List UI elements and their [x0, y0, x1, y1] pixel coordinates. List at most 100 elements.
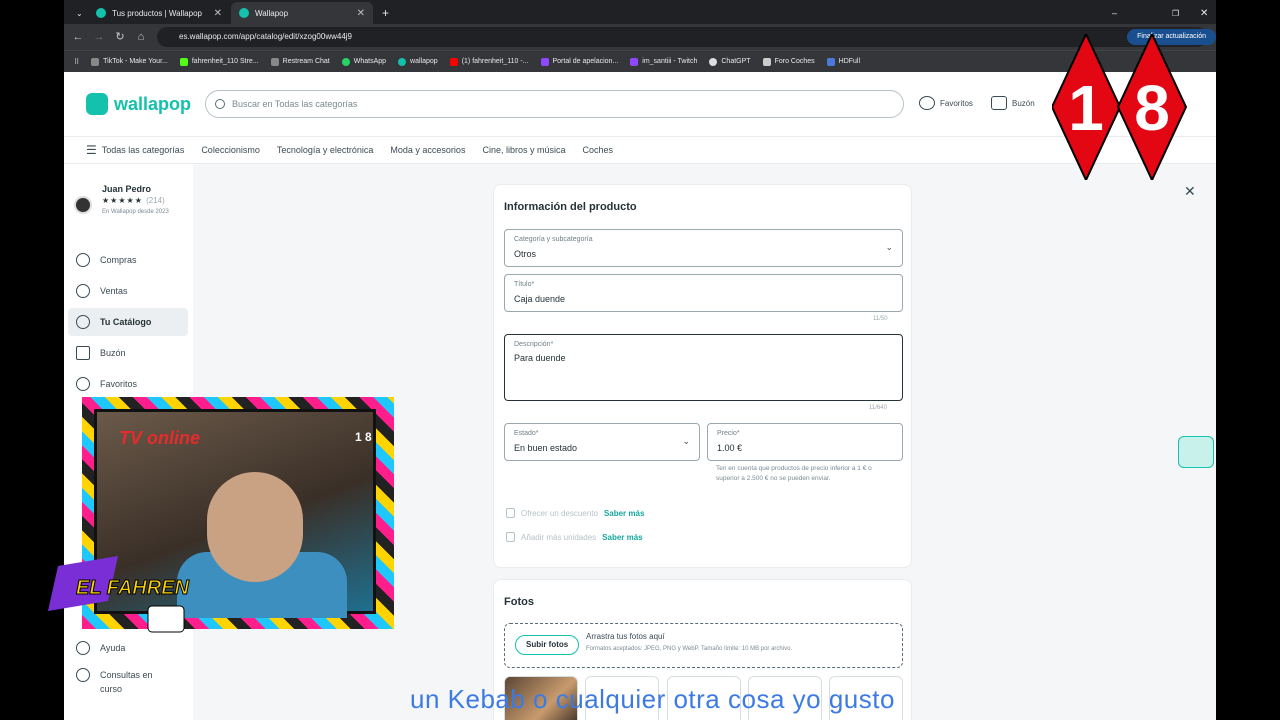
chat-assistant-button[interactable]	[1178, 436, 1214, 468]
more-units-option: Añadir más unidades Saber más	[506, 532, 643, 542]
forward-arrow-icon[interactable]: →	[91, 29, 107, 45]
bookmark-hdfull[interactable]: HDFull	[826, 57, 860, 66]
state-select[interactable]: Estado* En buen estado ⌄	[504, 423, 700, 461]
favoritos-link[interactable]: Favoritos	[919, 96, 973, 110]
bookmark-twitch[interactable]: im_santiii - Twitch	[630, 57, 697, 66]
home-icon[interactable]: ⌂	[133, 29, 149, 45]
webcam-18-badge: 1 8	[355, 430, 372, 444]
sales-tag-icon	[76, 284, 90, 298]
tab-list-button[interactable]: ⌄	[68, 2, 86, 24]
bookmark-youtube[interactable]: (1) fahrenheit_110 -...	[449, 57, 529, 66]
bookmark-whatsapp[interactable]: WhatsApp	[341, 57, 386, 66]
address-bar[interactable]: es.wallapop.com/app/catalog/edit/xzog00w…	[157, 27, 1207, 47]
reload-icon[interactable]: ↻	[112, 29, 128, 45]
chevron-down-icon: ⌄	[76, 8, 83, 18]
handshake-icon	[76, 253, 90, 267]
photos-heading: Fotos	[504, 596, 534, 608]
logo-text: EL FAHREN	[76, 577, 190, 599]
heart-icon	[76, 377, 90, 391]
tv-online-logo: TV online	[119, 428, 200, 448]
envelope-icon	[991, 96, 1007, 110]
new-tab-button[interactable]: +	[374, 2, 394, 24]
saber-mas-link[interactable]: Saber más	[604, 509, 644, 518]
live-subtitle: un Kebab o cualquier otra cosa yo gusto	[410, 684, 895, 714]
wallapop-logo[interactable]: wallapop	[86, 93, 191, 115]
bookmark-tiktok[interactable]: TikTok - Make Your...	[91, 57, 168, 66]
sidebar-item-catalogo[interactable]: Tu Catálogo	[68, 308, 188, 336]
tiktok-icon	[91, 57, 100, 66]
close-icon[interactable]: ✕	[1184, 183, 1196, 200]
product-info-card: Información del producto Categoría y sub…	[493, 184, 912, 568]
badge-digit-8: 8	[1134, 72, 1170, 144]
chevron-down-icon: ⌄	[885, 242, 893, 252]
search-icon	[215, 99, 225, 109]
badge-digit-1: 1	[1068, 72, 1104, 144]
sidebar-item-buzon[interactable]: Buzón	[68, 339, 188, 367]
chevron-down-icon: ⌄	[682, 436, 690, 446]
category-select[interactable]: Categoría y subcategoría Otros ⌄	[504, 229, 903, 267]
price-field[interactable]: Precio* 1.00 €	[707, 423, 903, 461]
hdfull-icon	[826, 57, 835, 66]
tab-tus-productos[interactable]: Tus productos | Wallapop ✕	[88, 2, 230, 24]
photo-dropzone[interactable]: Subir fotos Arrastra tus fotos aquí Form…	[504, 623, 903, 668]
bookmark-kick[interactable]: fahrenheit_110 Stre...	[179, 57, 259, 66]
kick-icon	[179, 57, 188, 66]
category-coleccionismo[interactable]: Coleccionismo	[201, 145, 260, 155]
wallapop-icon	[398, 57, 407, 66]
question-icon	[76, 668, 90, 682]
close-tab-icon[interactable]: ✕	[357, 8, 365, 19]
twitch-icon	[540, 57, 549, 66]
tab-wallapop[interactable]: Wallapop ✕	[231, 2, 373, 24]
price-note: Ten en cuenta que productos de precio in…	[716, 465, 872, 482]
search-input[interactable]: Buscar en Todas las categorías	[205, 90, 904, 118]
upload-photos-button[interactable]: Subir fotos	[515, 635, 580, 655]
site-header: wallapop Buscar en Todas las categorías …	[64, 72, 1216, 136]
wallapop-favicon-icon	[96, 8, 106, 18]
bookmark-forocoches[interactable]: Foro Coches	[762, 57, 815, 66]
bookmark-chatgpt[interactable]: ChatGPT	[709, 57, 751, 66]
maximize-button[interactable]: ❐	[1164, 2, 1187, 24]
discount-option: Ofrecer un descuento Saber más	[506, 508, 644, 518]
forocoches-icon	[762, 57, 771, 66]
buzon-link[interactable]: Buzón	[991, 96, 1035, 110]
category-bar: ☰ Todas las categorías Coleccionismo Tec…	[64, 136, 1216, 164]
category-moda[interactable]: Moda y accesorios	[390, 145, 465, 155]
lock-icon	[506, 532, 515, 542]
screen: ⌄ Tus productos | Wallapop ✕ Wallapop ✕ …	[0, 0, 1280, 720]
product-info-heading: Información del producto	[504, 201, 637, 213]
title-counter: 11/50	[873, 316, 888, 322]
age-18-badge: 1 8	[1052, 34, 1188, 180]
category-coches[interactable]: Coches	[582, 145, 613, 155]
category-cine[interactable]: Cine, libros y música	[482, 145, 565, 155]
sidebar-item-ventas[interactable]: Ventas	[68, 277, 188, 305]
sidebar-item-consultas[interactable]: Consultas en curso	[68, 664, 188, 700]
minimize-button[interactable]: –	[1104, 2, 1125, 24]
wallapop-logo-icon	[86, 93, 108, 115]
chatgpt-icon	[709, 57, 718, 66]
title-field[interactable]: Título* Caja duende	[504, 274, 903, 312]
browser-toolbar: ← → ↻ ⌂ es.wallapop.com/app/catalog/edit…	[64, 24, 1216, 50]
back-arrow-icon[interactable]: ←	[70, 29, 86, 45]
saber-mas-link[interactable]: Saber más	[602, 533, 642, 542]
description-counter: 11/640	[869, 405, 887, 411]
envelope-icon	[76, 346, 90, 360]
bookmarks-bar: ⠿ TikTok - Make Your... fahrenheit_110 S…	[64, 50, 1216, 72]
avatar	[74, 196, 92, 214]
streamer-face	[207, 472, 303, 582]
sidebar-item-favoritos[interactable]: Favoritos	[68, 370, 188, 398]
joystick-icon	[147, 605, 185, 633]
bookmark-wallapop[interactable]: wallapop	[398, 57, 438, 66]
youtube-icon	[449, 57, 458, 66]
close-tab-icon[interactable]: ✕	[214, 8, 222, 19]
description-field[interactable]: Descripción* Para duende	[504, 334, 903, 401]
bookmark-restream[interactable]: Restream Chat	[270, 57, 330, 66]
bookmark-portal[interactable]: Portal de apelacion...	[540, 57, 618, 66]
category-tecnologia[interactable]: Tecnología y electrónica	[277, 145, 374, 155]
sidebar-item-compras[interactable]: Compras	[68, 246, 188, 274]
rating-stars: ★★★★★ (214)	[102, 196, 165, 205]
lock-icon	[506, 508, 515, 518]
apps-grid-icon[interactable]: ⠿	[74, 58, 79, 66]
close-window-button[interactable]: ✕	[1192, 2, 1216, 24]
menu-icon[interactable]: ☰	[86, 143, 97, 157]
category-all[interactable]: Todas las categorías	[102, 145, 185, 155]
